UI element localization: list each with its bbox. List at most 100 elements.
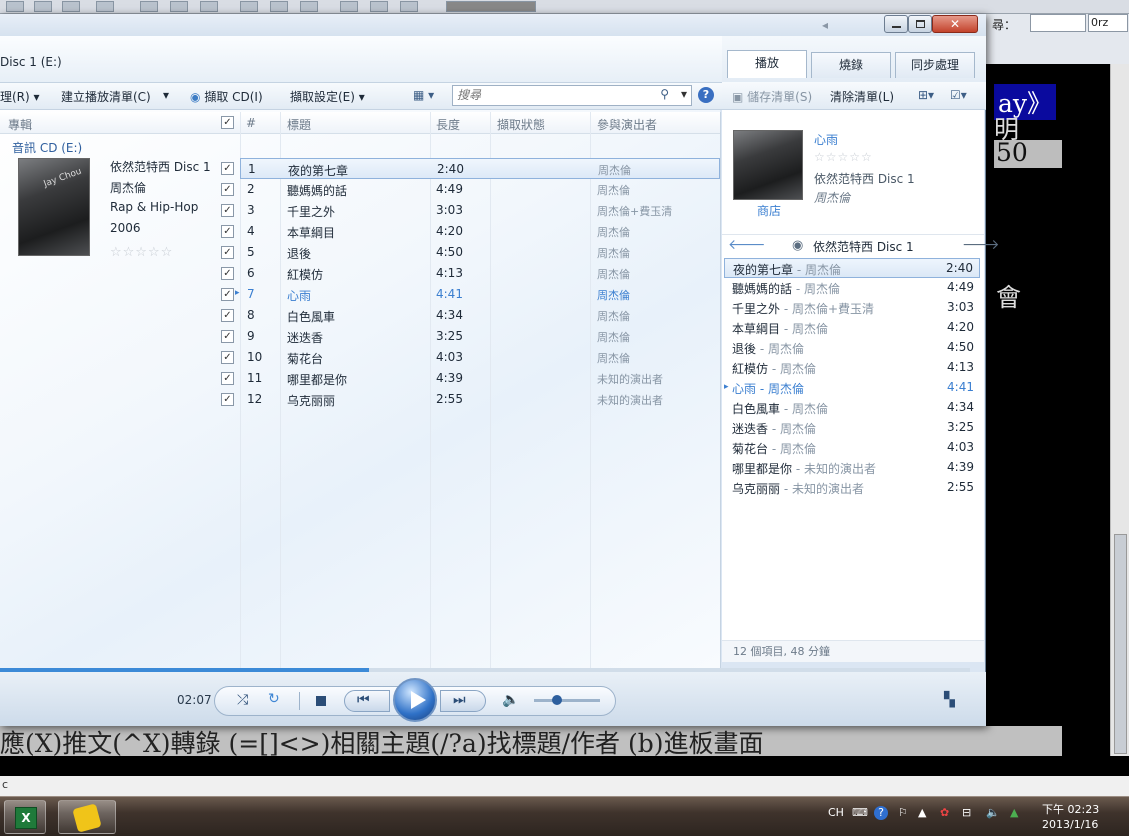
- tab-0[interactable]: 播放: [727, 50, 807, 78]
- next-button[interactable]: ⏭: [440, 690, 486, 712]
- create-playlist-dropdown[interactable]: ▾: [163, 88, 169, 102]
- minimize-button[interactable]: [884, 15, 908, 33]
- track-checkbox[interactable]: ✓: [221, 204, 234, 217]
- toolbar-icon[interactable]: [200, 1, 218, 12]
- track-checkbox[interactable]: ✓: [221, 372, 234, 385]
- playlist-item[interactable]: 紅模仿 - 周杰倫 4:13: [724, 358, 980, 378]
- table-row[interactable]: 1 夜的第七章 2:40 周杰倫: [240, 158, 720, 179]
- track-checkbox[interactable]: ✓: [221, 183, 234, 196]
- toolbar-icon[interactable]: [170, 1, 188, 12]
- table-row[interactable]: 11 哪里都是你 4:39 未知的演出者: [240, 368, 720, 389]
- create-playlist-menu[interactable]: 建立播放清單(C): [61, 88, 151, 105]
- organize-menu[interactable]: 理(R) ▾: [0, 88, 40, 105]
- drive-icon[interactable]: ▲: [1010, 806, 1018, 819]
- taskbar-excel-button[interactable]: X: [4, 800, 46, 834]
- volume-slider[interactable]: [534, 699, 600, 702]
- column-rip-status[interactable]: 擷取狀態: [497, 116, 545, 133]
- toolbar-icon[interactable]: [400, 1, 418, 12]
- language-indicator[interactable]: CH: [828, 806, 844, 819]
- tab-2[interactable]: 同步處理: [895, 52, 975, 78]
- toolbar-icon[interactable]: [6, 1, 24, 12]
- keyboard-icon[interactable]: ⌨: [852, 806, 868, 819]
- play-button[interactable]: [393, 678, 437, 722]
- rip-cd-button[interactable]: ◉ 擷取 CD(I): [190, 88, 263, 105]
- search-icon[interactable]: ⚲: [660, 87, 669, 101]
- album-art[interactable]: Jay Chou: [18, 158, 90, 256]
- toolbar-icon[interactable]: [62, 1, 80, 12]
- previous-list-arrow-icon[interactable]: 🡐: [728, 236, 766, 253]
- breadcrumb[interactable]: Disc 1 (E:): [0, 55, 62, 69]
- close-button[interactable]: ✕: [932, 15, 978, 33]
- column-artist[interactable]: 參與演出者: [597, 116, 657, 133]
- volume-icon[interactable]: 🔈: [502, 692, 519, 708]
- playlist-item[interactable]: 哪里都是你 - 未知的演出者 4:39: [724, 458, 980, 478]
- now-playing-rating-stars[interactable]: ☆☆☆☆☆: [814, 150, 873, 164]
- playlist-item[interactable]: 退後 - 周杰倫 4:50: [724, 338, 980, 358]
- toolbar-icon[interactable]: [370, 1, 388, 12]
- toolbar-icon[interactable]: [270, 1, 288, 12]
- toolbar-icon[interactable]: [34, 1, 52, 12]
- chevron-down-icon[interactable]: ▾: [681, 87, 687, 101]
- help-icon[interactable]: ?: [698, 87, 714, 103]
- tray-app-icon[interactable]: ✿: [940, 806, 949, 819]
- clock-date[interactable]: 2013/1/16: [1042, 818, 1098, 831]
- table-row[interactable]: 8 白色風車 4:34 周杰倫: [240, 305, 720, 326]
- background-zoom-select[interactable]: 0rz: [1088, 14, 1128, 32]
- toolbar-icon[interactable]: [340, 1, 358, 12]
- clear-list-button[interactable]: 清除清單(L): [830, 88, 894, 105]
- toolbar-icon[interactable]: [300, 1, 318, 12]
- track-checkbox[interactable]: ✓: [221, 351, 234, 364]
- previous-button[interactable]: ⏮: [344, 690, 390, 712]
- column-album[interactable]: 專輯: [8, 116, 32, 133]
- network-icon[interactable]: ⊟: [962, 806, 971, 819]
- toolbar-swatch[interactable]: [446, 1, 536, 12]
- speaker-icon[interactable]: 🔈: [986, 806, 1000, 819]
- search-box[interactable]: ⚲ ▾: [452, 85, 692, 106]
- playlist-item[interactable]: 夜的第七章 - 周杰倫 2:40: [724, 258, 980, 278]
- playlist-item[interactable]: 本草綱目 - 周杰倫 4:20: [724, 318, 980, 338]
- track-checkbox[interactable]: ✓: [221, 246, 234, 259]
- repeat-icon[interactable]: ↻: [268, 691, 280, 707]
- window-caption-bar[interactable]: [0, 14, 986, 36]
- track-checkbox[interactable]: ✓: [221, 288, 234, 301]
- list-options-button[interactable]: ⊞▾: [918, 88, 934, 102]
- table-row[interactable]: 9 迷迭香 3:25 周杰倫: [240, 326, 720, 347]
- album-rating-stars[interactable]: ☆☆☆☆☆: [110, 245, 173, 260]
- track-checkbox[interactable]: ✓: [221, 309, 234, 322]
- playlist-item[interactable]: 菊花台 - 周杰倫 4:03: [724, 438, 980, 458]
- table-row[interactable]: 5 退後 4:50 周杰倫: [240, 242, 720, 263]
- pane-divider[interactable]: [720, 112, 721, 668]
- back-arrow-icon[interactable]: ◂: [822, 18, 828, 32]
- clock-time[interactable]: 下午 02:23: [1042, 801, 1099, 817]
- rip-settings-menu[interactable]: 擷取設定(E) ▾: [290, 88, 365, 105]
- select-all-checkbox[interactable]: ✓: [221, 116, 234, 129]
- column-number[interactable]: #: [246, 116, 256, 130]
- track-checkbox[interactable]: ✓: [221, 225, 234, 238]
- show-hidden-icons-icon[interactable]: ▲: [918, 806, 926, 819]
- track-checkbox[interactable]: ✓: [221, 393, 234, 406]
- playlist-item[interactable]: 迷迭香 - 周杰倫 3:25: [724, 418, 980, 438]
- next-list-arrow-icon[interactable]: 🡒: [962, 236, 1000, 253]
- table-row[interactable]: 4 本草綱目 4:20 周杰倫: [240, 221, 720, 242]
- help-tray-icon[interactable]: ?: [874, 806, 888, 820]
- maximize-button[interactable]: [908, 15, 932, 33]
- column-title[interactable]: 標題: [287, 116, 311, 133]
- scrollbar-thumb[interactable]: [1114, 534, 1127, 754]
- tab-1[interactable]: 燒錄: [811, 52, 891, 78]
- save-list-button[interactable]: ▣ 儲存清單(S): [732, 88, 812, 105]
- view-options-button[interactable]: ▦ ▾: [413, 88, 434, 102]
- track-checkbox[interactable]: ✓: [221, 267, 234, 280]
- table-row[interactable]: 7 心雨 4:41 周杰倫: [240, 284, 720, 305]
- table-row[interactable]: 10 菊花台 4:03 周杰倫: [240, 347, 720, 368]
- playlist-item[interactable]: 千里之外 - 周杰倫+費玉清 3:03: [724, 298, 980, 318]
- background-search-input[interactable]: [1030, 14, 1086, 32]
- playlist-item[interactable]: 乌克丽丽 - 未知的演出者 2:55: [724, 478, 980, 498]
- toolbar-icon[interactable]: [240, 1, 258, 12]
- playlist-item[interactable]: 白色風車 - 周杰倫 4:34: [724, 398, 980, 418]
- track-checkbox[interactable]: ✓: [221, 162, 234, 175]
- switch-to-now-playing-icon[interactable]: ▚: [944, 692, 955, 708]
- table-row[interactable]: 6 紅模仿 4:13 周杰倫: [240, 263, 720, 284]
- playlist-item[interactable]: 心雨 - 周杰倫 4:41: [724, 378, 980, 398]
- list-check-button[interactable]: ☑▾: [950, 88, 967, 102]
- table-row[interactable]: 3 千里之外 3:03 周杰倫+費玉清: [240, 200, 720, 221]
